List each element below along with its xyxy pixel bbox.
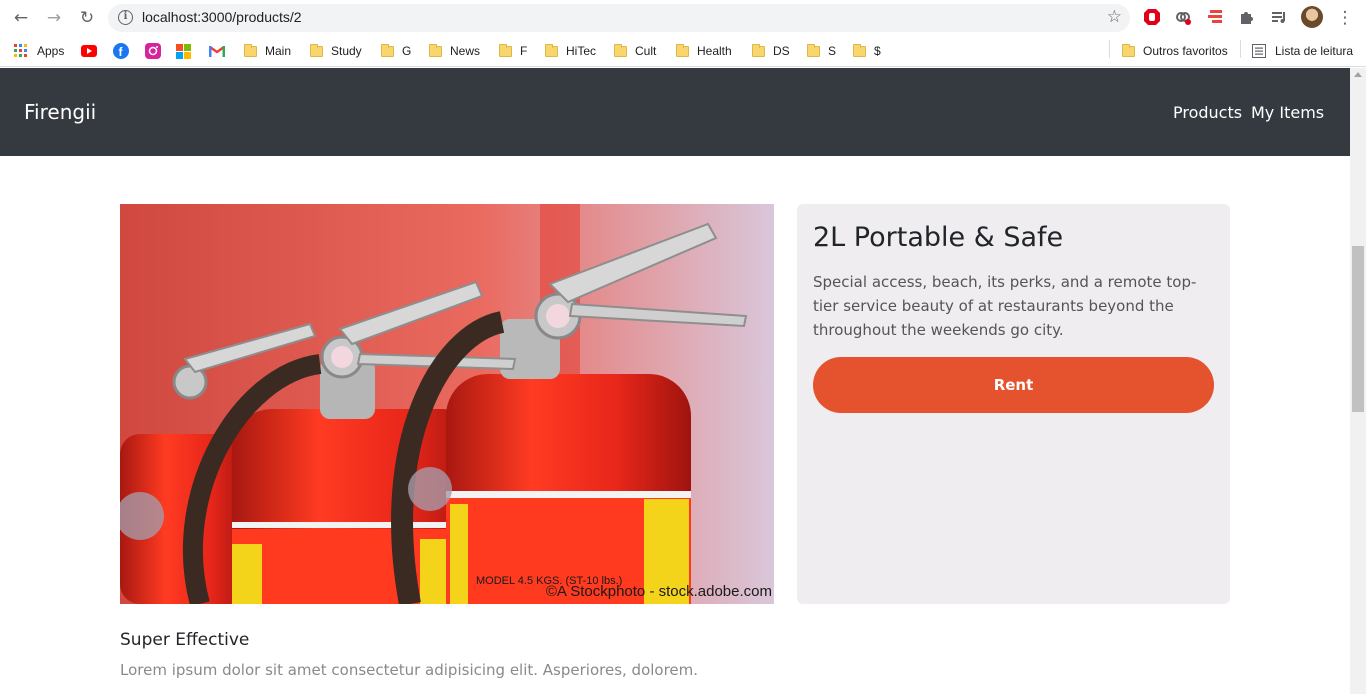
bookmark-label: Health — [697, 44, 732, 58]
bookmark-label: Cult — [635, 44, 657, 58]
bookmark-label: S — [828, 44, 837, 58]
address-url[interactable]: localhost:3000/products/2 — [142, 9, 302, 25]
bookmark-folder-dollar[interactable]: $ — [853, 42, 881, 60]
product-card: 2L Portable & Safe Special access, beach… — [797, 204, 1230, 604]
bookmarks-bar: Apps f Main Study G News F HiTec Cult He… — [0, 35, 1366, 67]
bookmark-label: Main — [265, 44, 292, 58]
bookmark-label: Study — [331, 44, 362, 58]
media-control-icon[interactable] — [1268, 6, 1290, 28]
folder-icon — [752, 43, 765, 57]
bookmark-folder-health[interactable]: Health — [676, 42, 732, 60]
scroll-up-arrow-icon[interactable] — [1354, 72, 1362, 77]
bookmark-folder-news[interactable]: News — [429, 42, 480, 60]
folder-icon — [1122, 43, 1135, 57]
address-bar[interactable]: i localhost:3000/products/2 ☆ — [108, 4, 1130, 32]
reload-icon[interactable]: ↻ — [75, 6, 99, 30]
product-description: Special access, beach, its perks, and a … — [813, 273, 1197, 339]
folder-icon — [310, 43, 323, 57]
reading-list[interactable]: Lista de leitura — [1252, 42, 1353, 60]
bookmark-folder-cult[interactable]: Cult — [614, 42, 656, 60]
folder-icon — [429, 43, 442, 57]
folder-icon — [545, 43, 558, 57]
nav-my-items[interactable]: My Items — [1251, 103, 1324, 122]
adblock-extension-icon[interactable] — [1141, 6, 1163, 28]
folder-icon — [676, 43, 689, 57]
bookmark-folder-f[interactable]: F — [499, 42, 527, 60]
red-lines-extension-icon[interactable] — [1204, 6, 1226, 28]
bookmark-folder-other[interactable]: Outros favoritos — [1122, 42, 1228, 60]
bookmark-folder-ds[interactable]: DS — [752, 42, 790, 60]
folder-icon — [244, 43, 257, 57]
bookmark-apps[interactable]: Apps — [14, 42, 64, 60]
bookmark-label: News — [450, 44, 481, 58]
bookmark-folder-study[interactable]: Study — [310, 42, 362, 60]
bookmark-label: Lista de leitura — [1275, 44, 1354, 58]
feature-title: Super Effective — [120, 630, 250, 650]
facebook-bookmark-icon[interactable]: f — [113, 42, 129, 60]
instagram-bookmark-icon[interactable] — [145, 42, 161, 60]
youtube-bookmark-icon[interactable] — [81, 42, 97, 60]
bookmark-folder-g[interactable]: G — [381, 42, 411, 60]
microsoft-bookmark-icon[interactable] — [176, 42, 191, 60]
bookmark-label: Apps — [37, 44, 65, 58]
folder-icon — [499, 43, 512, 57]
scrollbar-thumb[interactable] — [1352, 246, 1364, 412]
bookmark-label: G — [402, 44, 412, 58]
link-extension-icon[interactable] — [1172, 6, 1194, 28]
feature-description: Lorem ipsum dolor sit amet consectetur a… — [120, 661, 699, 679]
folder-icon — [381, 43, 394, 57]
nav-products[interactable]: Products — [1173, 103, 1242, 122]
product-image: MODEL 4.5 KGS. (ST-10 lbs.) ©A Stockphot… — [120, 204, 774, 604]
reading-list-icon — [1252, 44, 1266, 58]
bookmark-divider — [1109, 40, 1110, 58]
apps-grid-icon — [14, 44, 27, 57]
menu-kebab-icon[interactable]: ⋮ — [1333, 6, 1357, 30]
image-watermark: ©A Stockphoto - stock.adobe.com — [545, 583, 772, 600]
bookmark-label: HiTec — [566, 44, 597, 58]
app-navbar: Firengii Products My Items — [0, 68, 1350, 156]
rent-button[interactable]: Rent — [813, 357, 1214, 413]
folder-icon — [807, 43, 820, 57]
bookmark-divider — [1240, 40, 1241, 58]
bookmark-label: $ — [874, 44, 881, 58]
back-icon[interactable]: ← — [9, 6, 33, 30]
gmail-bookmark-icon[interactable] — [209, 42, 225, 60]
site-info-icon[interactable]: i — [118, 10, 133, 25]
bookmark-folder-s[interactable]: S — [807, 42, 836, 60]
browser-toolbar: ← → ↻ i localhost:3000/products/2 ☆ ⋮ — [0, 0, 1366, 35]
bookmark-folder-hitec[interactable]: HiTec — [545, 42, 596, 60]
brand-logo[interactable]: Firengii — [24, 100, 96, 124]
bookmark-label: F — [520, 44, 528, 58]
bookmark-folder-main[interactable]: Main — [244, 42, 291, 60]
page-scrollbar[interactable] — [1350, 68, 1366, 694]
folder-icon — [614, 43, 627, 57]
bookmark-label: Outros favoritos — [1143, 44, 1228, 58]
bookmark-star-icon[interactable]: ☆ — [1107, 7, 1122, 27]
folder-icon — [853, 43, 866, 57]
puzzle-extensions-icon[interactable] — [1236, 6, 1258, 28]
bookmark-label: DS — [773, 44, 790, 58]
forward-icon[interactable]: → — [42, 6, 66, 30]
profile-avatar[interactable] — [1301, 6, 1323, 28]
product-title: 2L Portable & Safe — [813, 222, 1064, 253]
